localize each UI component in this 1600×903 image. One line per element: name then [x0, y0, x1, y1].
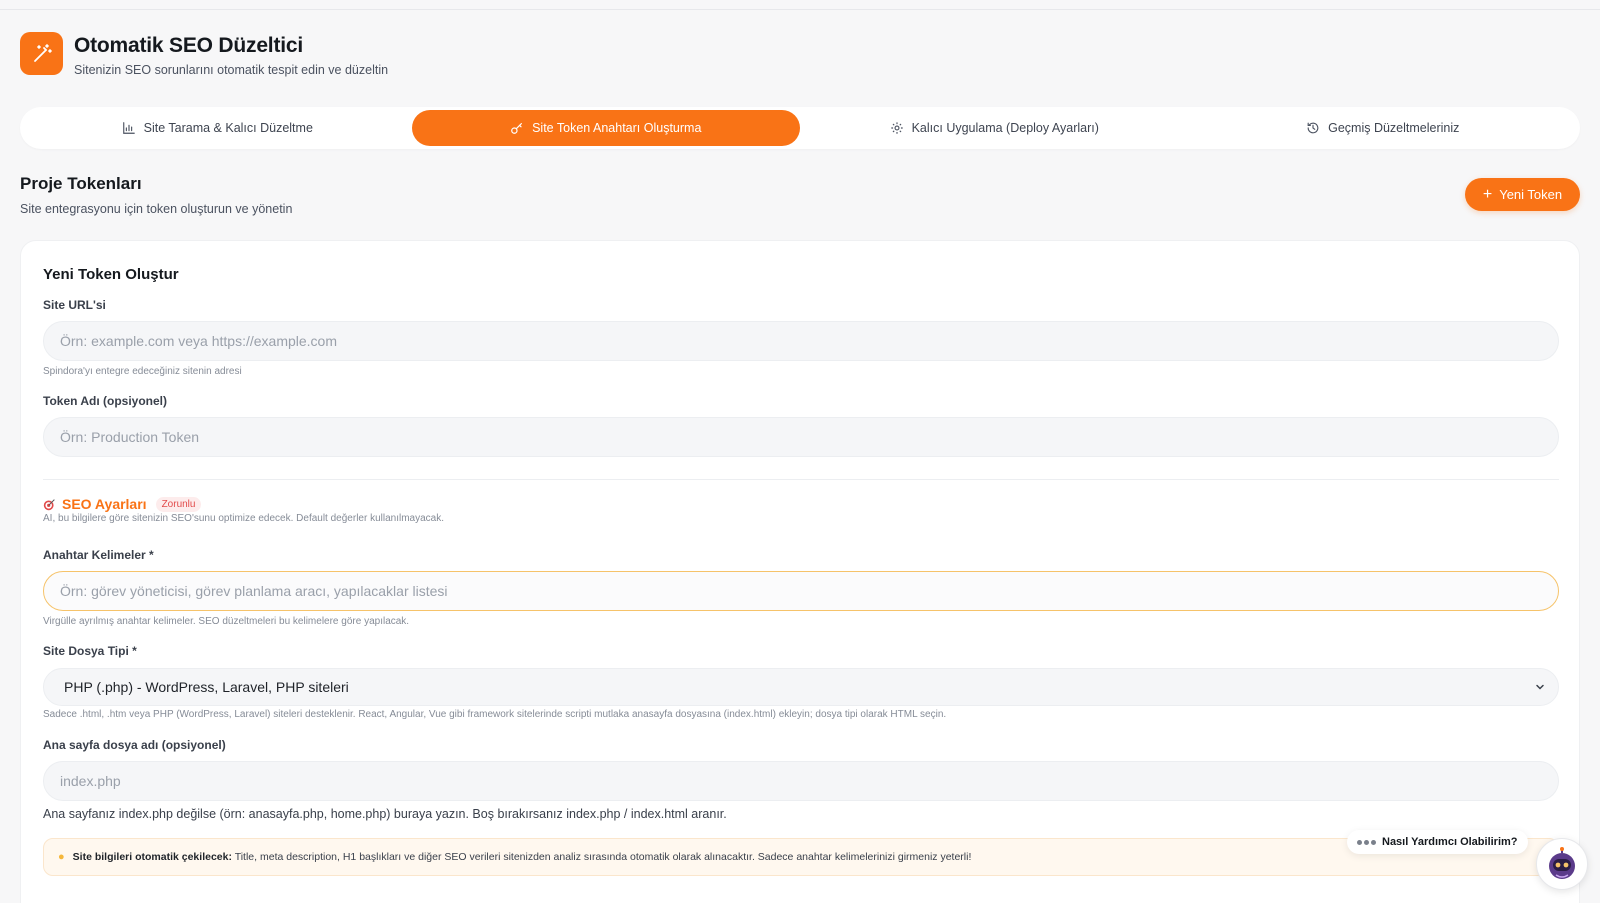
lightbulb-icon: ●: [58, 851, 65, 863]
token-name-input[interactable]: [43, 417, 1559, 457]
history-icon: [1307, 122, 1319, 134]
robot-icon: [1549, 847, 1575, 879]
form-title: Yeni Token Oluştur: [43, 266, 179, 283]
keywords-label: Anahtar Kelimeler *: [43, 548, 154, 562]
tab-label: Geçmiş Düzeltmeleriniz: [1328, 121, 1460, 135]
new-token-button[interactable]: + Yeni Token: [1465, 178, 1580, 211]
section-subtitle: Site entegrasyonu için token oluşturun v…: [20, 202, 293, 216]
target-icon: [43, 498, 55, 510]
plus-icon: +: [1482, 185, 1493, 203]
tab-history[interactable]: Geçmiş Düzeltmeleriniz: [1189, 110, 1578, 146]
required-badge: Zorunlu: [155, 496, 202, 512]
gear-icon: [890, 122, 903, 134]
note-bold: Site bilgileri otomatik çekilecek:: [72, 851, 232, 863]
token-name-label: Token Adı (opsiyonel): [43, 394, 168, 408]
tab-label: Site Token Anahtarı Oluşturma: [532, 121, 702, 135]
home-file-input[interactable]: [43, 761, 1559, 801]
keywords-input[interactable]: [43, 571, 1559, 611]
file-type-label: Site Dosya Tipi *: [43, 644, 137, 658]
tab-bar: Site Tarama & Kalıcı Düzeltme Site Token…: [20, 107, 1580, 149]
key-icon: [511, 123, 523, 134]
keywords-hint: Virgülle ayrılmış anahtar kelimeler. SEO…: [43, 616, 410, 627]
note-body: Title, meta description, H1 başlıkları v…: [231, 851, 972, 863]
file-type-hint: Sadece .html, .htm veya PHP (WordPress, …: [43, 709, 947, 720]
app-header: Otomatik SEO Düzeltici Sitenizin SEO sor…: [20, 32, 388, 77]
info-note: ● Site bilgileri otomatik çekilecek: Tit…: [43, 838, 1559, 876]
seo-heading: SEO Ayarları Zorunlu: [43, 496, 202, 512]
site-url-input[interactable]: [43, 321, 1559, 361]
site-url-label: Site URL'si: [43, 298, 106, 312]
section-title: Proje Tokenları: [20, 174, 142, 193]
home-file-label: Ana sayfa dosya adı (opsiyonel): [43, 738, 226, 752]
magic-wand-icon: [20, 32, 63, 75]
tab-label: Kalıcı Uygulama (Deploy Ayarları): [911, 121, 1099, 135]
seo-description: AI, bu bilgilere göre sitenizin SEO'sunu…: [43, 513, 445, 524]
new-token-label: Yeni Token: [1499, 187, 1563, 202]
note-text: Site bilgileri otomatik çekilecek: Title…: [73, 851, 972, 863]
site-url-hint: Spindora'yı entegre edeceğiniz sitenin a…: [43, 366, 242, 377]
home-file-hint: Ana sayfanız index.php değilse (örn: ana…: [43, 807, 727, 821]
tab-token-create[interactable]: Site Token Anahtarı Oluşturma: [411, 110, 800, 146]
tab-site-scan[interactable]: Site Tarama & Kalıcı Düzeltme: [23, 110, 412, 146]
bar-chart-icon: [122, 122, 135, 134]
file-type-selected: PHP (.php) - WordPress, Laravel, PHP sit…: [64, 679, 349, 695]
file-type-select[interactable]: PHP (.php) - WordPress, Laravel, PHP sit…: [43, 668, 1559, 706]
token-form-card: Yeni Token Oluştur Site URL'si Spindora'…: [20, 240, 1580, 903]
bot-avatar[interactable]: [1536, 838, 1588, 890]
typing-dots-icon: [1357, 839, 1376, 845]
divider: [43, 479, 1559, 480]
chevron-down-icon: [1536, 684, 1544, 690]
chat-bubble[interactable]: Nasıl Yardımcı Olabilirim?: [1347, 830, 1528, 854]
app-subtitle: Sitenizin SEO sorunlarını otomatik tespi…: [74, 63, 389, 77]
tab-deploy-settings[interactable]: Kalıcı Uygulama (Deploy Ayarları): [800, 110, 1189, 146]
chat-label: Nasıl Yardımcı Olabilirim?: [1382, 836, 1518, 848]
tab-label: Site Tarama & Kalıcı Düzeltme: [143, 121, 313, 135]
seo-title: SEO Ayarları: [62, 496, 147, 512]
top-bar: [0, 0, 1600, 10]
app-title: Otomatik SEO Düzeltici: [74, 34, 303, 57]
